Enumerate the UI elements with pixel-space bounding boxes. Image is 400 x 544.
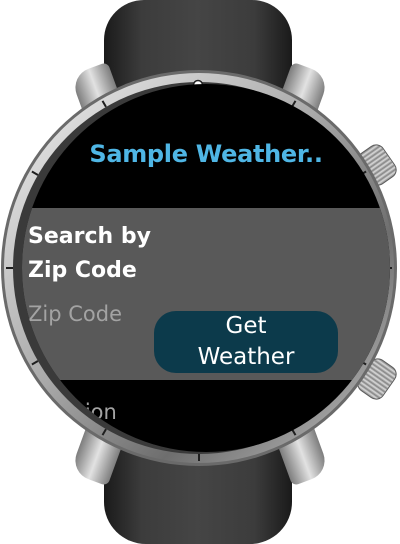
search-panel: Search by Zip Code Get Weather	[22, 208, 390, 380]
search-heading: Search by Zip Code	[28, 224, 151, 283]
zip-code-input[interactable]	[28, 298, 148, 330]
get-weather-button-label: Get Weather	[197, 313, 295, 370]
get-weather-button[interactable]: Get Weather	[154, 311, 338, 373]
app-title: Sample Weather..	[89, 140, 323, 168]
watch-screen: Sample Weather.. Search by Zip Code Get …	[22, 84, 390, 452]
watch-emulator: Sample Weather.. Search by Zip Code Get …	[0, 0, 400, 544]
location-label: Location	[28, 400, 117, 424]
